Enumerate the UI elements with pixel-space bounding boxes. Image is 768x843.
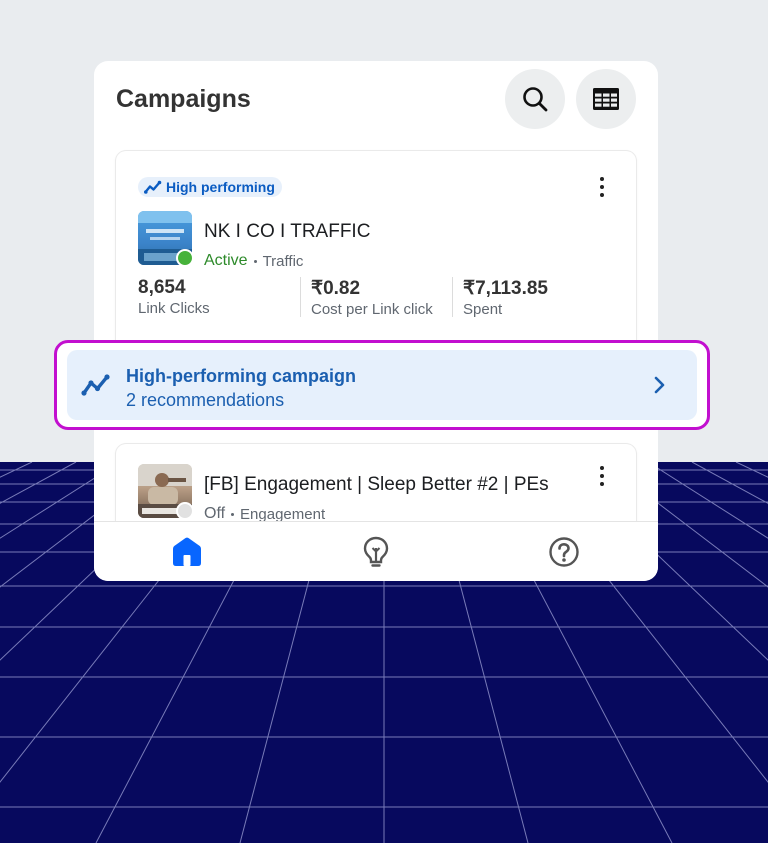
metric-value: ₹0.82 [311,278,361,299]
recommendation-highlight: High-performing campaign 2 recommendatio… [54,340,710,430]
more-options-icon[interactable] [594,177,610,197]
campaign-metrics: 8,654 Link Clicks ₹0.82 Cost per Link cl… [138,277,618,321]
campaign-objective: Engagement [240,505,326,523]
home-icon [173,537,201,566]
recommendation-title: High-performing campaign [126,366,357,386]
search-button[interactable] [505,69,565,129]
metric-label: Spent [463,301,503,318]
page-title: Campaigns [116,85,251,113]
trend-icon [81,374,110,396]
search-icon [523,87,548,112]
trend-icon [144,180,162,194]
table-view-button[interactable] [576,69,636,129]
campaigns-panel: Campaigns High performing NK I CO I TRAF… [94,61,658,581]
campaign-status-row: Active Traffic [204,252,303,270]
metric-value: 8,654 [138,277,186,298]
metric-link-clicks: 8,654 Link Clicks [138,277,210,317]
separator-dot [231,512,235,516]
campaign-card[interactable]: High performing NK I CO I TRAFFIC Active… [116,151,636,351]
high-performing-badge: High performing [138,177,282,197]
metric-cost-per-link-click: ₹0.82 Cost per Link click [300,277,433,318]
campaign-status: Active [204,252,248,269]
off-status-dot [176,502,194,520]
metric-label: Cost per Link click [311,301,433,318]
chevron-right-icon [654,376,665,394]
bottom-navigation [94,521,658,581]
campaign-name: NK I CO I TRAFFIC [204,221,371,242]
nav-home[interactable] [170,535,204,569]
metric-value: ₹7,113.85 [463,278,548,299]
table-view-icon [593,88,619,110]
help-icon [549,537,579,567]
campaign-objective: Traffic [262,252,304,270]
nav-recommendations[interactable] [359,535,393,569]
nav-help[interactable] [547,535,581,569]
recommendation-banner[interactable]: High-performing campaign 2 recommendatio… [67,350,697,420]
metric-label: Link Clicks [138,300,210,317]
metric-spent: ₹7,113.85 Spent [452,277,548,318]
badge-label: High performing [166,179,275,195]
active-status-dot [176,249,194,267]
separator-dot [253,259,257,263]
campaign-name: [FB] Engagement | Sleep Better #2 | PEs [204,474,549,495]
recommendation-subtitle: 2 recommendations [126,390,285,410]
more-options-icon[interactable] [594,466,610,486]
lightbulb-icon [363,536,389,567]
